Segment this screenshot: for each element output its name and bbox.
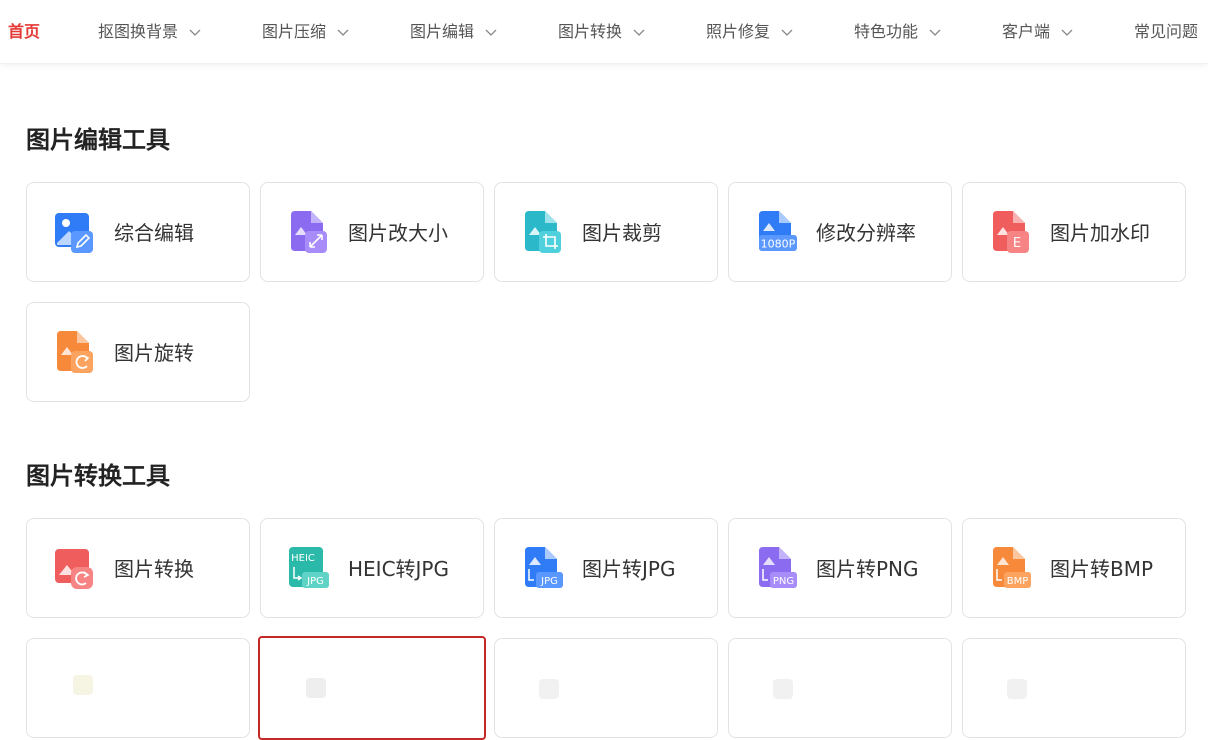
tool-card-crop[interactable]: 图片裁剪 xyxy=(494,182,718,282)
image-icon xyxy=(288,664,332,710)
tool-label: 图片裁剪 xyxy=(582,221,662,245)
heic-to-jpg-icon: HEIC JPG xyxy=(287,545,331,591)
tool-card-general-edit[interactable]: 综合编辑 xyxy=(26,182,250,282)
nav-item-repair[interactable]: 照片修复 xyxy=(706,0,794,64)
section-title-edit: 图片编辑工具 xyxy=(26,126,170,154)
image-to-bmp-icon: BMP xyxy=(989,545,1033,591)
tool-card-heic-to-jpg[interactable]: HEIC JPG HEIC转JPG xyxy=(260,518,484,618)
icon-badge-text: PNG xyxy=(773,576,794,587)
image-crop-icon xyxy=(521,209,565,255)
nav-item-features[interactable]: 特色功能 xyxy=(854,0,942,64)
tool-label: HEIC转JPG xyxy=(348,557,449,581)
image-icon xyxy=(989,665,1033,711)
tool-label: 综合编辑 xyxy=(114,221,194,245)
tool-card-resize[interactable]: 图片改大小 xyxy=(260,182,484,282)
image-to-png-icon: PNG xyxy=(755,545,799,591)
image-icon xyxy=(755,665,799,711)
tool-card-image-convert[interactable]: 图片转换 xyxy=(26,518,250,618)
nav-item-faq[interactable]: 常见问题 xyxy=(1134,0,1198,64)
image-icon xyxy=(521,665,565,711)
tool-card-partial[interactable] xyxy=(728,638,952,738)
chevron-down-icon xyxy=(1060,25,1074,39)
tool-card-to-jpg[interactable]: JPG 图片转JPG xyxy=(494,518,718,618)
chevron-down-icon xyxy=(780,25,794,39)
tool-card-to-png[interactable]: PNG 图片转PNG xyxy=(728,518,952,618)
nav-item-convert[interactable]: 图片转换 xyxy=(558,0,646,64)
nav-label: 照片修复 xyxy=(706,22,771,41)
image-resize-icon xyxy=(287,209,331,255)
chevron-down-icon xyxy=(484,25,498,39)
image-to-jpg-icon: JPG xyxy=(521,545,565,591)
tool-label: 图片改大小 xyxy=(348,221,448,245)
tool-label: 图片转换 xyxy=(114,557,194,581)
section-title-convert: 图片转换工具 xyxy=(26,462,170,490)
tool-label: 修改分辨率 xyxy=(816,221,916,245)
nav-label: 常见问题 xyxy=(1134,22,1199,41)
tool-card-rotate[interactable]: 图片旋转 xyxy=(26,302,250,402)
tool-label: 图片转JPG xyxy=(582,557,676,581)
tool-label: 图片加水印 xyxy=(1050,221,1150,245)
chevron-down-icon xyxy=(336,25,350,39)
icon-badge-text: JPG xyxy=(540,576,558,587)
tool-card-partial[interactable] xyxy=(962,638,1186,738)
icon-badge-text: E xyxy=(1013,236,1021,251)
nav-label: 客户端 xyxy=(1002,22,1051,41)
icon-badge-text: HEIC xyxy=(291,553,315,564)
image-edit-icon xyxy=(53,209,97,255)
image-icon xyxy=(53,665,97,711)
nav-label: 图片编辑 xyxy=(410,22,475,41)
chevron-down-icon xyxy=(928,25,942,39)
nav-label: 抠图换背景 xyxy=(98,22,179,41)
icon-badge-text: BMP xyxy=(1007,576,1029,587)
top-nav: 首页 抠图换背景 图片压缩 图片编辑 图片转换 照片修复 特色功能 客户端 常见… xyxy=(0,0,1208,64)
image-watermark-icon: E xyxy=(989,209,1033,255)
nav-label: 图片转换 xyxy=(558,22,623,41)
tool-label: 图片转BMP xyxy=(1050,557,1154,581)
chevron-down-icon xyxy=(188,25,202,39)
nav-item-cutout[interactable]: 抠图换背景 xyxy=(98,0,202,64)
tool-card-partial-selected[interactable] xyxy=(258,636,486,740)
chevron-down-icon xyxy=(632,25,646,39)
tool-label: 图片转PNG xyxy=(816,557,919,581)
icon-badge-text: JPG xyxy=(306,576,324,587)
image-rotate-icon xyxy=(53,329,97,375)
image-convert-icon xyxy=(53,545,97,591)
tool-label: 图片旋转 xyxy=(114,341,194,365)
nav-label: 特色功能 xyxy=(854,22,919,41)
tool-card-watermark[interactable]: E 图片加水印 xyxy=(962,182,1186,282)
nav-label: 首页 xyxy=(8,22,41,41)
tool-card-resolution[interactable]: 1080P 修改分辨率 xyxy=(728,182,952,282)
nav-item-edit[interactable]: 图片编辑 xyxy=(410,0,498,64)
image-resolution-icon: 1080P xyxy=(755,209,799,255)
tool-card-partial[interactable] xyxy=(26,638,250,738)
nav-label: 图片压缩 xyxy=(262,22,327,41)
icon-badge-text: 1080P xyxy=(761,238,796,251)
nav-item-client[interactable]: 客户端 xyxy=(1002,0,1074,64)
nav-item-compress[interactable]: 图片压缩 xyxy=(262,0,350,64)
nav-item-home[interactable]: 首页 xyxy=(8,0,40,64)
tool-card-to-bmp[interactable]: BMP 图片转BMP xyxy=(962,518,1186,618)
tool-card-partial[interactable] xyxy=(494,638,718,738)
